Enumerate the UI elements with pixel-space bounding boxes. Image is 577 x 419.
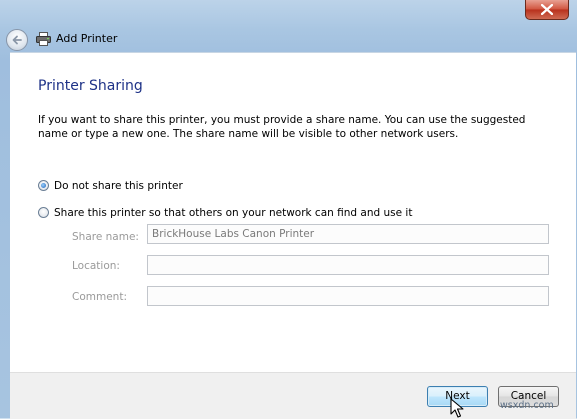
mouse-cursor-icon [450,398,464,418]
share-name-input[interactable]: BrickHouse Labs Canon Printer [147,224,549,244]
radio-button-selected[interactable] [38,180,49,191]
wizard-content: Printer Sharing If you want to share thi… [10,52,576,373]
radio-button-unselected[interactable] [38,207,49,218]
comment-label: Comment: [72,291,127,303]
wizard-footer: Next Cancel [10,372,576,419]
radio-label-share-printer: Share this printer so that others on you… [54,207,413,219]
location-input[interactable] [147,255,549,275]
page-description: If you want to share this printer, you m… [38,114,526,140]
radio-share-printer[interactable]: Share this printer so that others on you… [38,206,438,220]
location-label: Location: [72,260,120,272]
close-button[interactable] [525,0,569,20]
share-name-label: Share name: [72,231,139,243]
printer-icon [36,32,51,46]
window-title: Add Printer [56,32,118,45]
back-button[interactable] [6,29,28,51]
back-arrow-icon [12,35,22,45]
page-heading: Printer Sharing [38,78,143,94]
radio-do-not-share[interactable]: Do not share this printer [38,179,338,193]
close-icon [541,4,553,15]
comment-input[interactable] [147,286,549,306]
window-frame: Add Printer Printer Sharing If you want … [0,0,577,419]
watermark-text: wsxdn.com [500,400,554,411]
radio-label-do-not-share: Do not share this printer [54,180,183,192]
